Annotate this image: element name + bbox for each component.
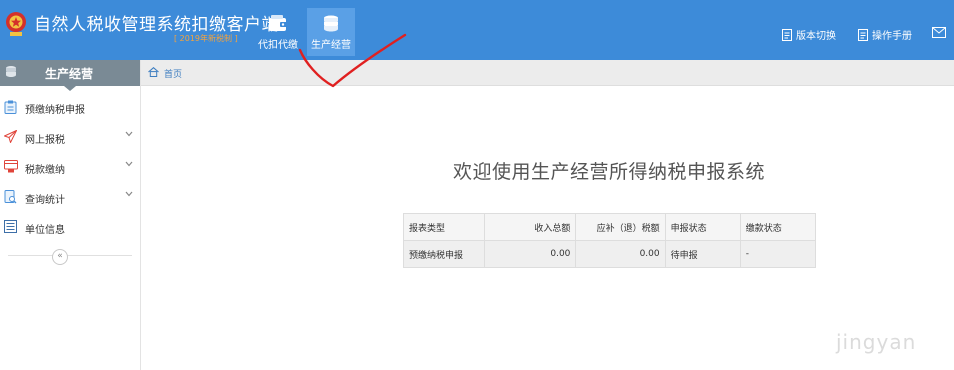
cell-total-income: 0.00 xyxy=(484,240,577,268)
sidebar-divider xyxy=(8,255,132,256)
tab-withholding-label: 代扣代缴 xyxy=(258,40,298,51)
watermark: jingyan xyxy=(836,330,917,354)
payment-icon xyxy=(4,160,18,173)
column-header-report-type: 报表类型 xyxy=(402,213,486,241)
declaration-status-table: 报表类型 收入总额 应补（退）税额 申报状态 缴款状态 预缴纳税申报 0.00 … xyxy=(402,213,817,268)
document-icon xyxy=(782,29,792,41)
app-title: 自然人税收管理系统扣缴客户端 xyxy=(34,15,279,35)
table-row[interactable]: 预缴纳税申报 0.00 0.00 待申报 - xyxy=(402,240,817,268)
column-header-total-income: 收入总额 xyxy=(484,213,577,241)
column-header-declaration-status: 申报状态 xyxy=(664,213,741,241)
app-header: 自然人税收管理系统扣缴客户端 [ 2019年新税制 ] 代扣代缴 生产经营 版本… xyxy=(0,0,954,60)
sidebar-heading-pointer xyxy=(64,86,76,91)
sidebar-item-tax-payment[interactable]: 税款缴纳 xyxy=(0,152,140,182)
column-header-payment-status: 缴款状态 xyxy=(739,213,817,241)
sidebar-item-prepaid-declaration[interactable]: 预缴纳税申报 xyxy=(0,92,140,122)
chevron-down-icon xyxy=(125,161,133,167)
sidebar-collapse-button[interactable]: « xyxy=(52,249,68,265)
breadcrumb-home-link[interactable]: 首页 xyxy=(164,67,182,80)
tax-emblem-icon xyxy=(6,12,26,36)
welcome-title: 欢迎使用生产经营所得纳税申报系统 xyxy=(453,161,766,183)
breadcrumb: 首页 xyxy=(141,60,954,86)
cell-payment-status: - xyxy=(739,240,817,268)
sidebar-item-label: 网上报税 xyxy=(25,135,65,146)
home-icon xyxy=(148,67,159,77)
tab-withholding[interactable]: 代扣代缴 xyxy=(254,8,302,56)
sidebar-heading: 生产经营 xyxy=(0,60,140,86)
sidebar-item-label: 税款缴纳 xyxy=(25,165,65,176)
cell-report-type: 预缴纳税申报 xyxy=(402,240,486,268)
app-subtitle: [ 2019年新税制 ] xyxy=(174,34,238,43)
version-switch-link[interactable]: 版本切换 xyxy=(782,27,836,42)
chevron-down-icon xyxy=(125,191,133,197)
message-link[interactable] xyxy=(932,27,950,39)
cell-declaration-status: 待申报 xyxy=(664,240,741,268)
tab-business-operation-label: 生产经营 xyxy=(311,40,351,51)
document-icon xyxy=(858,29,868,41)
column-header-tax-payable: 应补（退）税额 xyxy=(575,213,666,241)
sidebar-item-query-statistics[interactable]: 查询统计 xyxy=(0,182,140,212)
sidebar: 生产经营 预缴纳税申报 网上报税 税款缴纳 查询统计 单位信息 « xyxy=(0,60,141,370)
operation-manual-link[interactable]: 操作手册 xyxy=(858,27,912,42)
cell-tax-payable: 0.00 xyxy=(575,240,666,268)
tab-business-operation[interactable]: 生产经营 xyxy=(307,8,355,56)
sidebar-item-label: 单位信息 xyxy=(25,225,65,236)
sidebar-item-label: 预缴纳税申报 xyxy=(25,105,85,116)
table-header-row: 报表类型 收入总额 应补（退）税额 申报状态 缴款状态 xyxy=(402,213,817,241)
wallet-icon xyxy=(269,15,287,31)
sidebar-item-label: 查询统计 xyxy=(25,195,65,206)
sidebar-item-unit-info[interactable]: 单位信息 xyxy=(0,212,140,242)
query-icon xyxy=(4,190,17,204)
list-icon xyxy=(4,220,17,233)
chevron-down-icon xyxy=(125,131,133,137)
send-icon xyxy=(4,130,17,143)
clipboard-icon xyxy=(4,100,17,114)
coins-icon xyxy=(324,15,338,32)
mail-icon xyxy=(932,27,946,38)
coins-icon xyxy=(6,66,16,77)
sidebar-heading-label: 生产经营 xyxy=(45,67,94,81)
version-switch-label: 版本切换 xyxy=(796,31,836,42)
operation-manual-label: 操作手册 xyxy=(872,31,912,42)
sidebar-item-online-filing[interactable]: 网上报税 xyxy=(0,122,140,152)
